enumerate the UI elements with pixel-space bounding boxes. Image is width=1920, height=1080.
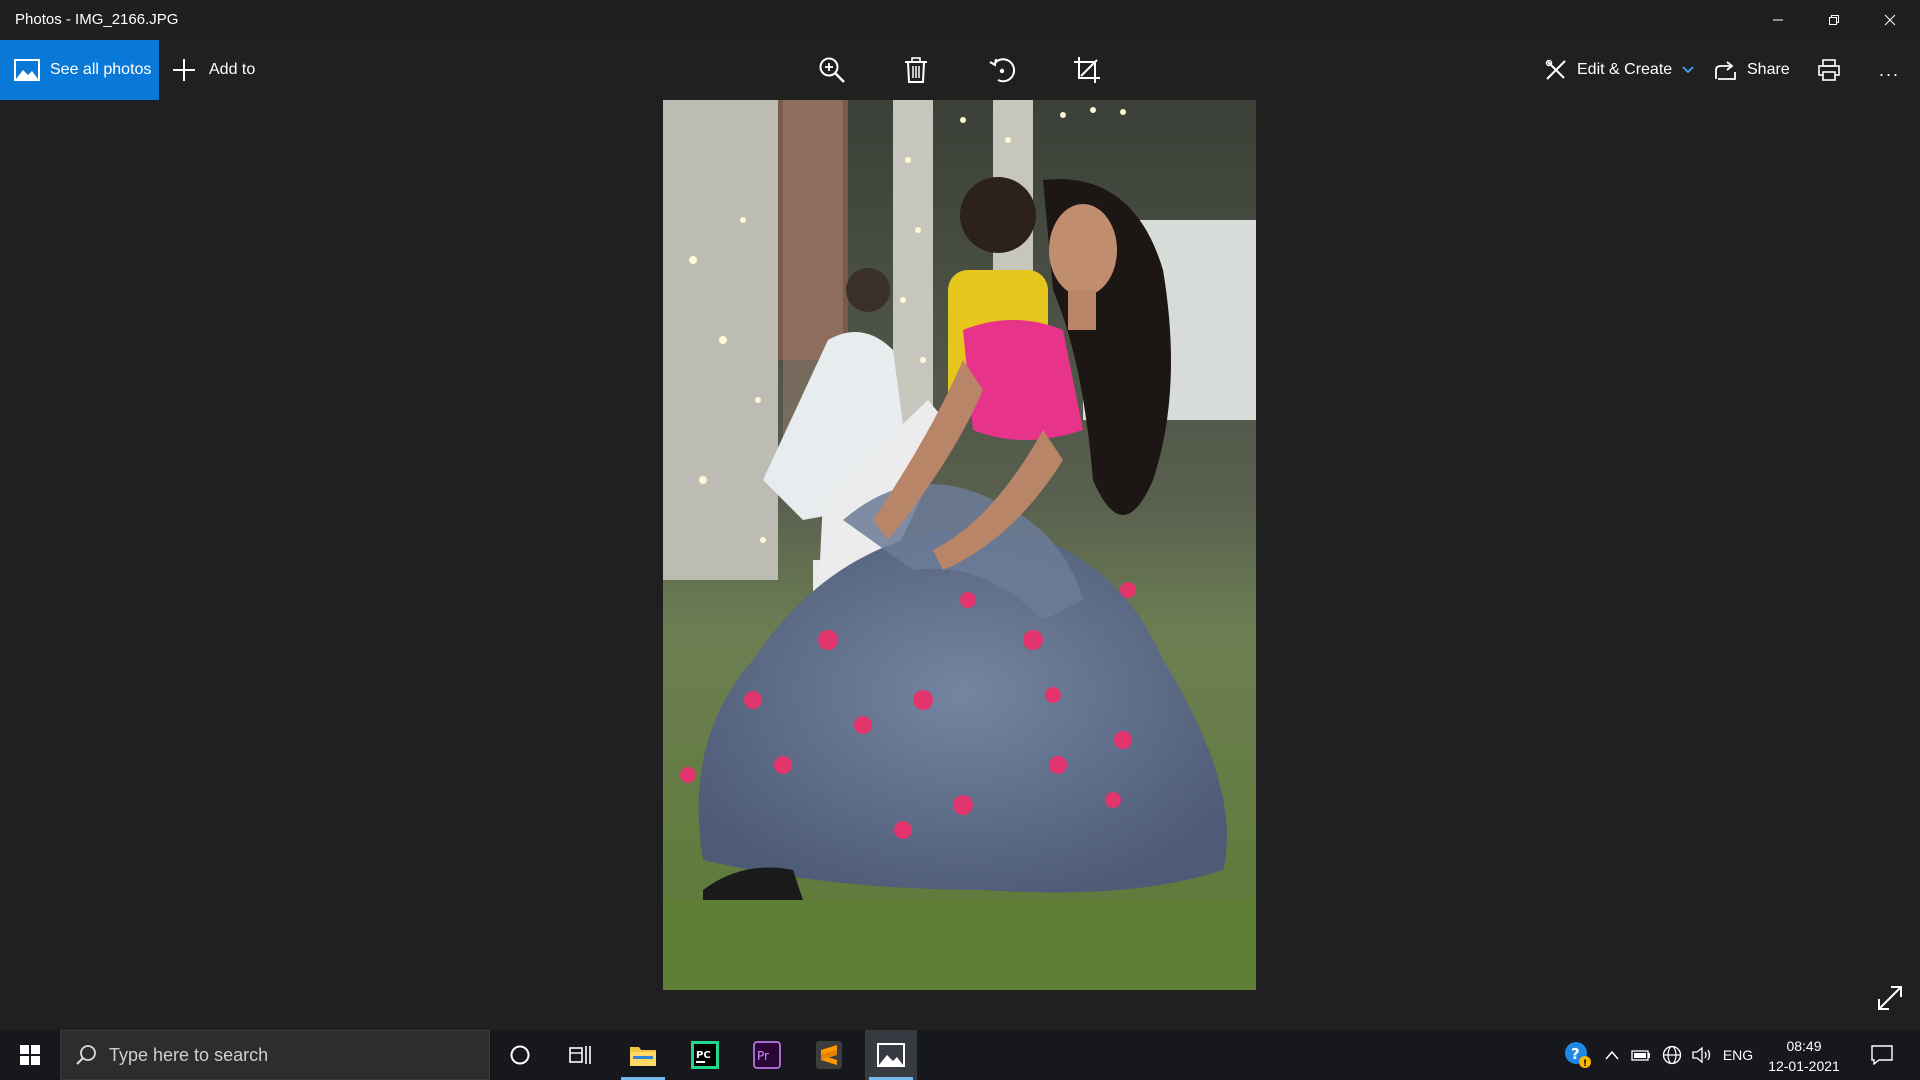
sublime-text-icon <box>816 1041 842 1069</box>
globe-icon <box>1662 1045 1682 1065</box>
clock-time: 08:49 <box>1786 1038 1822 1054</box>
window-title: Photos - IMG_2166.JPG <box>15 11 179 28</box>
share-icon <box>1715 61 1736 80</box>
show-hidden-icons-button[interactable] <box>1600 1030 1624 1080</box>
share-button[interactable]: Share <box>1715 40 1790 100</box>
clock[interactable]: 08:49 12-01-2021 <box>1762 1036 1846 1076</box>
svg-text:PC: PC <box>696 1050 711 1061</box>
help-icon: ? ! <box>1565 1042 1591 1069</box>
speaker-icon <box>1692 1046 1711 1064</box>
photo <box>663 100 1256 990</box>
edit-create-button[interactable]: Edit & Create <box>1545 40 1694 100</box>
windows-logo-icon <box>20 1045 40 1065</box>
full-screen-button[interactable] <box>1876 984 1904 1012</box>
see-all-photos-label: See all photos <box>50 61 152 78</box>
see-all-photos-button[interactable]: See all photos <box>0 40 159 100</box>
chevron-up-icon <box>1605 1050 1619 1060</box>
print-button[interactable] <box>1818 40 1840 100</box>
zoom-button[interactable] <box>806 40 858 100</box>
start-button[interactable] <box>0 1030 60 1080</box>
chevron-down-icon <box>1682 66 1694 74</box>
add-to-button[interactable]: Add to <box>171 40 255 100</box>
title-bar: Photos - IMG_2166.JPG <box>0 0 1920 40</box>
rotate-icon <box>989 58 1015 83</box>
photos-icon <box>14 59 40 81</box>
taskbar-premiere-pro[interactable]: Pr <box>741 1030 793 1080</box>
svg-text:Pr: Pr <box>757 1049 769 1063</box>
cortana-button[interactable] <box>494 1030 546 1080</box>
delete-button[interactable] <box>890 40 942 100</box>
more-icon: ... <box>1879 59 1901 80</box>
volume-tray-icon[interactable] <box>1688 1030 1716 1080</box>
svg-text:!: ! <box>1583 1059 1587 1069</box>
delete-icon <box>905 57 927 83</box>
svg-text:?: ? <box>1571 1045 1580 1063</box>
task-view-button[interactable] <box>554 1030 606 1080</box>
action-center-button[interactable] <box>1862 1030 1902 1080</box>
minimize-icon <box>1773 19 1783 21</box>
search-icon <box>76 1045 96 1065</box>
plus-icon <box>173 59 195 81</box>
network-tray-icon[interactable] <box>1658 1030 1686 1080</box>
taskbar-pycharm[interactable]: PC <box>679 1030 731 1080</box>
notification-icon <box>1871 1045 1893 1065</box>
command-bar: See all photos Add to Edit & Create Shar… <box>0 40 1920 100</box>
search-placeholder: Type here to search <box>109 1044 269 1065</box>
edit-create-label: Edit & Create <box>1577 61 1673 78</box>
restore-button[interactable] <box>1806 0 1862 40</box>
restore-icon <box>1829 15 1839 25</box>
battery-icon <box>1631 1050 1650 1061</box>
taskbar: Type here to search PC Pr ? ! ENG 08:49 … <box>0 1030 1920 1080</box>
close-button[interactable] <box>1862 0 1918 40</box>
pycharm-icon: PC <box>691 1041 719 1069</box>
premiere-pro-icon: Pr <box>753 1041 781 1069</box>
file-explorer-icon <box>630 1047 656 1066</box>
more-button[interactable]: ... <box>1879 40 1900 100</box>
close-icon <box>1884 14 1896 26</box>
expand-icon <box>1878 986 1902 1010</box>
edit-create-icon <box>1545 59 1566 80</box>
language-label: ENG <box>1722 1047 1754 1063</box>
crop-button[interactable] <box>1061 40 1113 100</box>
battery-tray-icon[interactable] <box>1628 1030 1654 1080</box>
rotate-button[interactable] <box>976 40 1028 100</box>
crop-icon <box>1074 57 1100 83</box>
cortana-icon <box>510 1045 530 1065</box>
photos-app-icon <box>877 1043 905 1067</box>
zoom-in-icon <box>819 57 845 83</box>
help-tray-icon[interactable]: ? ! <box>1558 1030 1598 1080</box>
taskbar-photos[interactable] <box>865 1030 917 1080</box>
minimize-button[interactable] <box>1750 0 1806 40</box>
taskbar-file-explorer[interactable] <box>617 1030 669 1080</box>
input-language-indicator[interactable]: ENG <box>1718 1030 1758 1080</box>
taskbar-search-box[interactable]: Type here to search <box>60 1030 490 1080</box>
share-label: Share <box>1747 61 1790 78</box>
task-view-icon <box>569 1046 591 1064</box>
clock-date: 12-01-2021 <box>1768 1058 1840 1074</box>
photo-viewer-image[interactable] <box>663 100 1256 990</box>
add-to-label: Add to <box>209 61 256 78</box>
taskbar-sublime-text[interactable] <box>803 1030 855 1080</box>
print-icon <box>1818 59 1840 81</box>
